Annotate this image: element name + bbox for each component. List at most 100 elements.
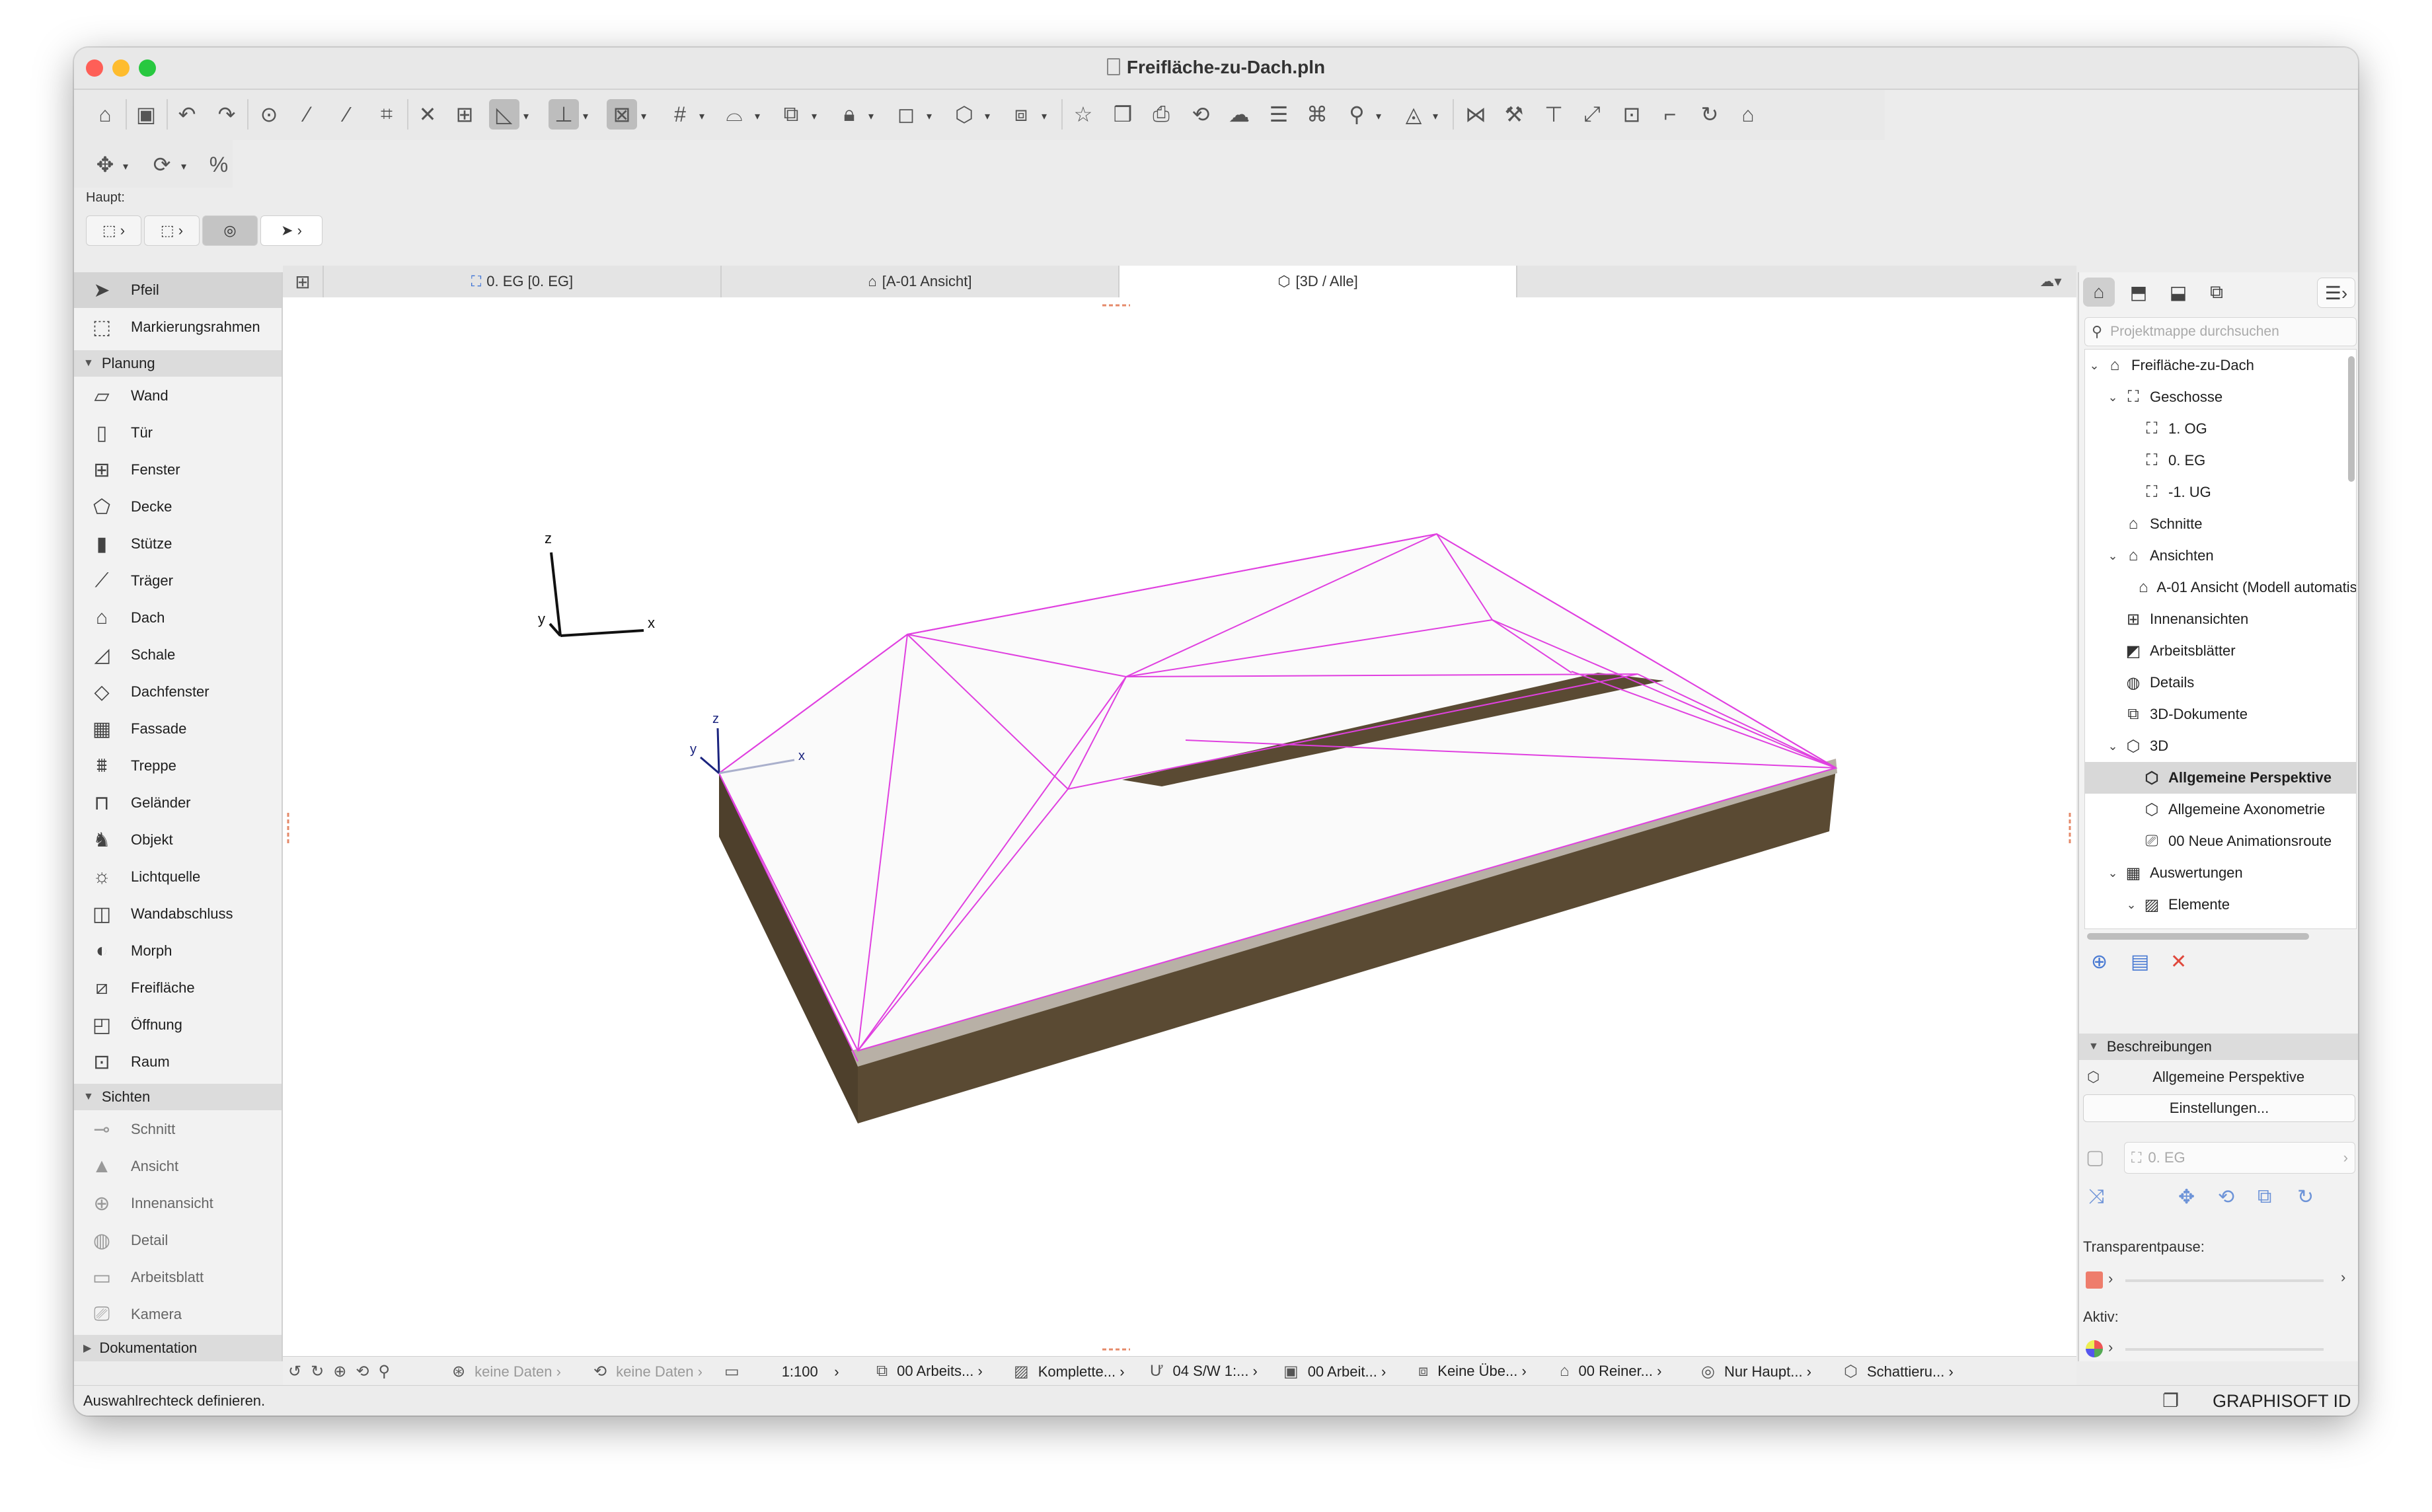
- tool-dach[interactable]: ⌂ Dach: [74, 600, 282, 636]
- transparency-slider[interactable]: [2125, 1279, 2324, 1282]
- solid-operations-icon[interactable]: ⧈: [1006, 99, 1036, 130]
- tree-vertical-scrollbar[interactable]: [2348, 356, 2355, 482]
- chevron-down-icon[interactable]: ▾: [1376, 110, 1381, 123]
- chevron-down-icon[interactable]: ▾: [583, 110, 588, 123]
- display-order-icon[interactable]: ◻: [891, 99, 921, 130]
- stretch-icon[interactable]: ⤢: [1577, 99, 1607, 130]
- chevron-down-icon[interactable]: ⌄: [2104, 549, 2122, 563]
- tool-pfeil[interactable]: ➤ Pfeil: [74, 272, 282, 308]
- tree-item-project[interactable]: ⌄ ⌂ Freifläche-zu-Dach: [2085, 350, 2347, 381]
- suspend-groups-icon[interactable]: ⌓: [719, 99, 749, 130]
- tree-item-3d-dokumente[interactable]: ⧉ 3D-Dokumente: [2085, 699, 2356, 730]
- chevron-down-icon[interactable]: ▾: [123, 160, 128, 173]
- tool-wandabschluss[interactable]: ◫ Wandabschluss: [74, 896, 282, 932]
- fillet-icon[interactable]: ⌐: [1655, 99, 1685, 130]
- clone-view-icon[interactable]: ▤: [2131, 950, 2149, 973]
- tool-decke[interactable]: ⬠ Decke: [74, 489, 282, 525]
- tree-item-allgemeine-perspektive[interactable]: ⬡ Allgemeine Perspektive: [2085, 762, 2356, 794]
- view-map-icon[interactable]: ⬒: [2123, 278, 2154, 307]
- tag-icon[interactable]: ⌘: [1302, 99, 1332, 130]
- tool-stuetze[interactable]: ▮ Stütze: [74, 526, 282, 562]
- tool-arbeitsblatt[interactable]: ▭ Arbeitsblatt: [74, 1260, 282, 1295]
- chevron-right-icon[interactable]: ›: [2341, 1269, 2345, 1286]
- chevron-down-icon[interactable]: ⌄: [2085, 359, 2104, 373]
- magic-wand-icon[interactable]: ⌗: [371, 99, 402, 130]
- scale-select[interactable]: ▭ 1:100 ›: [724, 1362, 839, 1381]
- color-wheel-icon[interactable]: [2086, 1340, 2103, 1357]
- tool-innenansicht[interactable]: ⊕ Innenansicht: [74, 1186, 282, 1221]
- model-view-select[interactable]: ▨ Komplette... ›: [1014, 1362, 1125, 1381]
- save-icon[interactable]: ▣: [131, 99, 161, 130]
- tool-markierungsrahmen[interactable]: ⬚ Markierungsrahmen: [74, 309, 282, 345]
- marquee-shape-button[interactable]: ⬚ ›: [144, 215, 200, 246]
- 3d-model-view[interactable]: z x y z x y: [283, 297, 2076, 1357]
- eyedropper-icon[interactable]: ⁄: [292, 99, 323, 130]
- tool-schnitt[interactable]: ⊸ Schnitt: [74, 1112, 282, 1147]
- chevron-down-icon[interactable]: ▾: [641, 110, 646, 123]
- grid-snap-icon[interactable]: ⊞: [449, 99, 480, 130]
- zoom-value-2[interactable]: ⟲ keine Daten ›: [593, 1362, 703, 1381]
- trim-icon[interactable]: ⋈: [1461, 99, 1491, 130]
- tool-treppe[interactable]: ⩩ Treppe: [74, 748, 282, 784]
- tree-item-elemente[interactable]: ⌄ ▨ Elemente: [2085, 889, 2356, 921]
- tab-floorplan[interactable]: ⛶ 0. EG [0. EG]: [324, 266, 722, 297]
- move-view-icon[interactable]: ✥: [2178, 1186, 2195, 1209]
- active-slider[interactable]: [2125, 1348, 2324, 1351]
- chevron-down-icon[interactable]: ▾: [927, 110, 932, 123]
- resize-icon[interactable]: ⊡: [1616, 99, 1647, 130]
- pen-set-select[interactable]: Ư 04 S/W 1:... ›: [1150, 1362, 1258, 1380]
- new-view-icon[interactable]: ⊕: [2091, 950, 2108, 973]
- tool-gelaender[interactable]: ⊓ Geländer: [74, 785, 282, 821]
- chevron-down-icon[interactable]: ▾: [523, 110, 529, 123]
- tool-detail[interactable]: ◍ Detail: [74, 1223, 282, 1258]
- rotate-icon[interactable]: ⟳: [147, 149, 177, 180]
- tree-item-ansichten[interactable]: ⌄ ⌂ Ansichten: [2085, 540, 2356, 572]
- graphic-override-select[interactable]: ⧈ Keine Übe... ›: [1418, 1362, 1527, 1380]
- tool-oeffnung[interactable]: ◰ Öffnung: [74, 1007, 282, 1043]
- tab-options-button[interactable]: ☁▾: [2025, 266, 2076, 297]
- group-sichten[interactable]: ▼ Sichten: [74, 1084, 282, 1110]
- redo-icon[interactable]: ↷: [211, 99, 242, 130]
- guide-lines-icon[interactable]: ◺: [489, 99, 519, 130]
- chevron-down-icon[interactable]: ⌄: [2104, 391, 2122, 404]
- mep-icon[interactable]: ◬: [1398, 99, 1429, 130]
- tree-item-3d[interactable]: ⌄ ⬡ 3D: [2085, 730, 2356, 762]
- selection-method-button[interactable]: ⬚ ›: [86, 215, 141, 246]
- layout-book-icon[interactable]: ⬓: [2162, 278, 2194, 307]
- refresh-icon[interactable]: ↻: [2297, 1186, 2314, 1209]
- settings-button[interactable]: Einstellungen...: [2083, 1094, 2355, 1122]
- tree-item-auswertungen[interactable]: ⌄ ▦ Auswertungen: [2085, 857, 2356, 889]
- tree-item-allgemeine-axonometrie[interactable]: ⬡ Allgemeine Axonometrie: [2085, 794, 2356, 825]
- tree-item-schnitte[interactable]: ⌂ Schnitte: [2085, 508, 2356, 540]
- roof-tool-icon[interactable]: ⌂: [1733, 99, 1763, 130]
- favorites-icon[interactable]: ☆: [1068, 99, 1098, 130]
- chevron-down-icon[interactable]: ⌄: [2122, 898, 2141, 912]
- navigator-search-input[interactable]: ⚲ Projektmappe durchsuchen: [2084, 317, 2357, 346]
- offset-icon[interactable]: ↻: [1694, 99, 1725, 130]
- quick-selection-button[interactable]: ◎: [202, 215, 258, 246]
- snap-guides-icon[interactable]: ⊥: [549, 99, 579, 130]
- reset-view-icon[interactable]: ⤨: [2088, 1186, 2104, 1208]
- rotate-view-icon[interactable]: ⟲: [2218, 1186, 2234, 1209]
- tree-item-details[interactable]: ◍ Details: [2085, 667, 2356, 699]
- mirror-view-icon[interactable]: ⧉: [2258, 1186, 2271, 1208]
- delete-icon[interactable]: ✕: [2170, 950, 2187, 973]
- group-dokumentation[interactable]: ▶ Dokumentation: [74, 1335, 282, 1361]
- snap-points-icon[interactable]: ⊠: [607, 99, 637, 130]
- zoom-value-1[interactable]: ⊛ keine Daten ›: [452, 1362, 561, 1381]
- lock-icon[interactable]: 🔒︎: [834, 99, 864, 130]
- properties-icon[interactable]: ☰: [1264, 99, 1294, 130]
- arrow-tool-button[interactable]: ➤ ›: [260, 215, 323, 246]
- tool-ansicht[interactable]: ▲ Ansicht: [74, 1149, 282, 1184]
- tab-3d[interactable]: ⬡ [3D / Alle]: [1120, 266, 1517, 297]
- tool-schale[interactable]: ◿ Schale: [74, 637, 282, 673]
- chevron-down-icon[interactable]: ▾: [699, 110, 704, 123]
- tab-overview-button[interactable]: ⊞: [283, 266, 324, 297]
- grid-icon[interactable]: #: [665, 99, 695, 130]
- floor-select[interactable]: ⛶ 0. EG ›: [2124, 1142, 2355, 1174]
- adjust-icon[interactable]: ⚒: [1499, 99, 1529, 130]
- link-icon[interactable]: ⟲: [1186, 99, 1216, 130]
- chevron-down-icon[interactable]: ▾: [812, 110, 817, 123]
- project-map-icon[interactable]: ⌂: [2083, 278, 2115, 307]
- chevron-down-icon[interactable]: ⌄: [2104, 739, 2122, 753]
